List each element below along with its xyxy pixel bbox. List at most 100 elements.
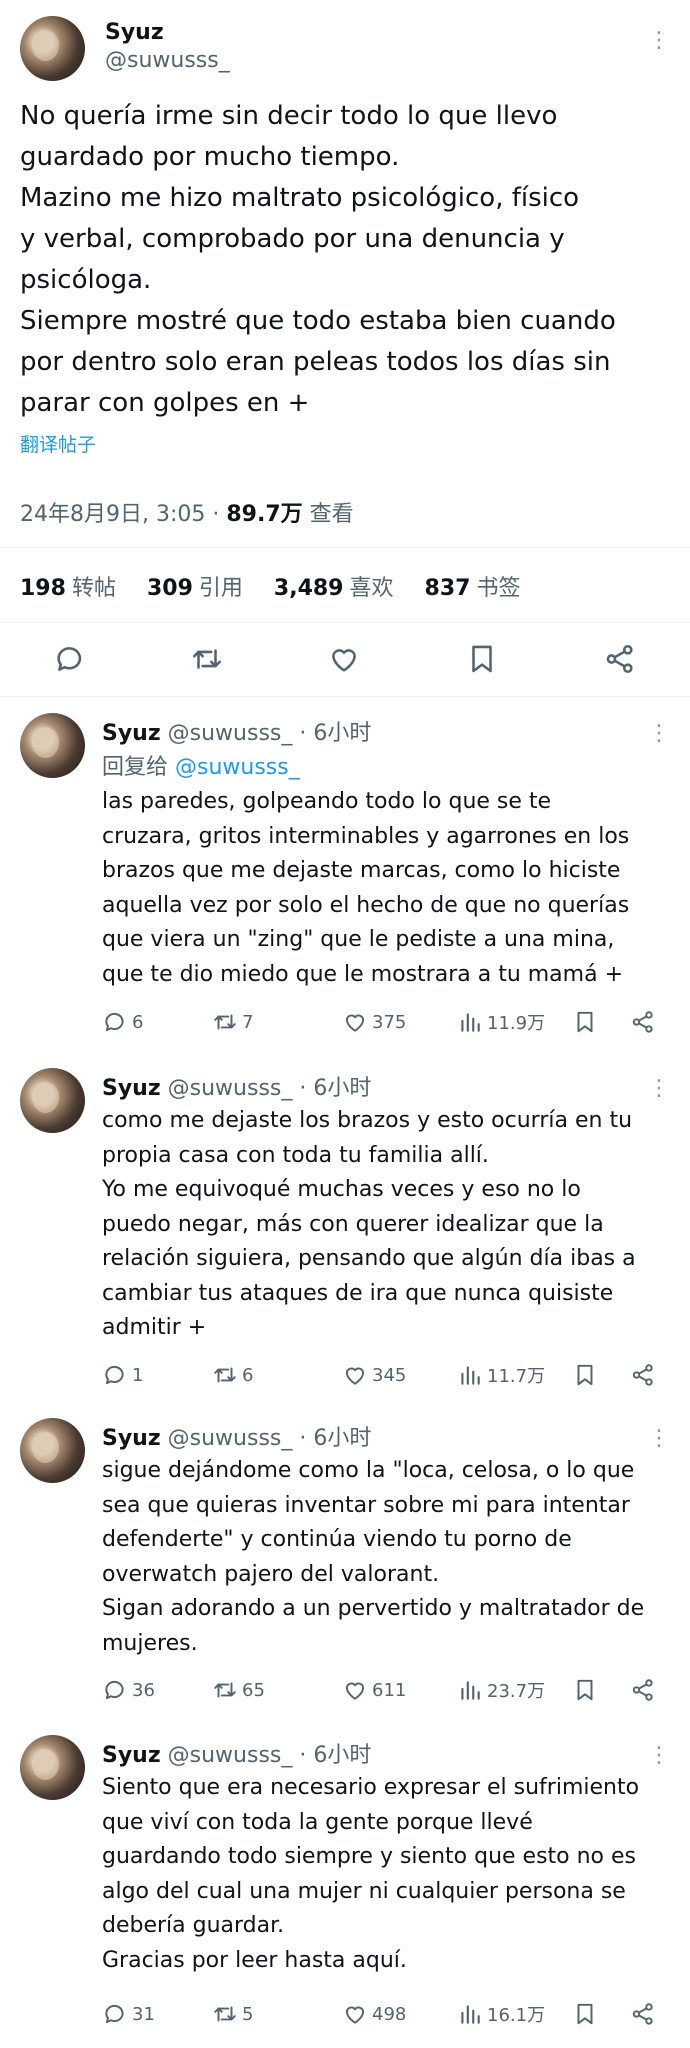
avatar[interactable] [20, 1068, 85, 1133]
author-name[interactable]: Syuz [102, 1426, 161, 1451]
author-name[interactable]: Syuz [105, 20, 164, 45]
replying-to: 回复给 @suwusss_ [102, 749, 300, 781]
retweet-button[interactable]: 6 [212, 1362, 253, 1388]
view-count: 16.1万 [487, 2005, 546, 2026]
reply-text-line: sea que quieras inventar sobre mi para i… [102, 1492, 630, 1518]
post-text-line: psicóloga. [20, 265, 152, 295]
bookmark-stat[interactable]: 837 书签 [425, 576, 521, 601]
retweet-icon [214, 2006, 236, 2022]
like-stat[interactable]: 3,489 喜欢 [274, 576, 394, 601]
author-name[interactable]: Syuz [102, 1743, 161, 1768]
author-name[interactable]: Syuz [102, 721, 161, 746]
share-icon [632, 1011, 653, 1033]
bookmark-button[interactable] [572, 1009, 602, 1035]
like-icon[interactable] [327, 642, 361, 676]
post-text-line: parar con golpes en + [20, 388, 310, 418]
reply-text-line: Sigan adorando a un pervertido y maltrat… [102, 1596, 645, 1621]
reply-text-line: mujeres. [102, 1630, 198, 1656]
bookmark-button[interactable] [572, 2001, 602, 2027]
author-handle-time[interactable]: @suwusss_ · 6小时 [161, 1076, 372, 1101]
views-button[interactable]: 11.9万 [457, 1009, 545, 1035]
author-handle-time[interactable]: @suwusss_ · 6小时 [161, 1426, 372, 1451]
reply-button[interactable]: 36 [102, 1677, 155, 1703]
like-label: 喜欢 [349, 576, 394, 601]
reply-tweet[interactable]: Syuz @suwusss_ · 6小时 ⋮ 回复给 @suwusss_ las… [0, 713, 690, 1053]
bookmark-icon [577, 1364, 593, 1386]
post-timestamp[interactable]: 24年8月9日, 3:05 · [20, 502, 226, 527]
share-icon[interactable] [603, 642, 637, 676]
bookmark-button[interactable] [572, 1677, 602, 1703]
avatar[interactable] [20, 16, 85, 81]
reply-button[interactable]: 1 [102, 1362, 143, 1388]
share-button[interactable] [630, 1362, 660, 1388]
like-button[interactable]: 345 [342, 1362, 406, 1388]
post-text-line: guardado por mucho tiempo. [20, 142, 400, 172]
views-button[interactable]: 23.7万 [457, 1677, 545, 1703]
views-button[interactable]: 11.7万 [457, 1362, 545, 1388]
replying-to-handle[interactable]: @suwusss_ [175, 755, 300, 780]
share-button[interactable] [630, 1677, 660, 1703]
retweet-icon[interactable] [190, 642, 224, 676]
more-options-icon[interactable]: ⋮ [648, 723, 671, 745]
retweet-count: 5 [242, 2003, 254, 2025]
author-handle-time[interactable]: @suwusss_ · 6小时 [161, 721, 372, 746]
reply-tweet[interactable]: Syuz @suwusss_ · 6小时 ⋮ como me dejaste l… [0, 1068, 690, 1408]
more-options-icon[interactable]: ⋮ [648, 1428, 671, 1450]
reply-text-line: que viví con toda la gente porque llevé [102, 1809, 533, 1835]
reply-icon [105, 2004, 124, 2024]
more-options-icon[interactable]: ⋮ [648, 30, 671, 52]
views-button[interactable]: 16.1万 [457, 2001, 545, 2027]
quote-count: 309 [146, 576, 193, 601]
share-button[interactable] [630, 1009, 660, 1035]
retweet-button[interactable]: 65 [212, 1677, 265, 1703]
reply-count: 31 [132, 2003, 155, 2025]
views-icon [461, 2005, 480, 2024]
post-text-line: por dentro solo eran peleas todos los dí… [20, 347, 611, 377]
retweet-icon [214, 1367, 236, 1383]
like-button[interactable]: 498 [342, 2001, 406, 2027]
like-count: 3,489 [273, 576, 344, 601]
avatar[interactable] [20, 1735, 85, 1800]
reply-button[interactable]: 31 [102, 2001, 155, 2027]
reply-text-line: relación siguiera, pensando que algún dí… [102, 1246, 636, 1271]
bookmark-icon[interactable] [465, 642, 499, 676]
reply-header: Syuz @suwusss_ · 6小时 [102, 1737, 371, 1769]
translate-post-link[interactable]: 翻译帖子 [20, 430, 96, 457]
retweet-count: 65 [242, 1679, 265, 1701]
view-count: 23.7万 [487, 1681, 546, 1702]
reply-tweet[interactable]: Syuz @suwusss_ · 6小时 ⋮ Siento que era ne… [0, 1735, 690, 2035]
bookmark-button[interactable] [572, 1362, 602, 1388]
like-count: 498 [372, 2003, 407, 2025]
reply-text-line: sigue dejándome como la "loca, celosa, o… [102, 1458, 635, 1483]
retweet-count: 7 [242, 1011, 254, 1033]
reply-tweet[interactable]: Syuz @suwusss_ · 6小时 ⋮ sigue dejándome c… [0, 1418, 690, 1718]
bookmark-count: 837 [424, 576, 471, 601]
like-button[interactable]: 375 [342, 1009, 406, 1035]
bookmark-label: 书签 [476, 576, 521, 601]
like-button[interactable]: 611 [342, 1677, 406, 1703]
retweet-button[interactable]: 5 [212, 2001, 253, 2027]
author-handle-time[interactable]: @suwusss_ · 6小时 [161, 1743, 372, 1768]
avatar[interactable] [20, 713, 85, 778]
reply-actions: 31 5 498 16.1万 [102, 2001, 672, 2031]
reply-count: 36 [132, 1679, 155, 1701]
post-text-line: y verbal, comprobado por una denuncia y [20, 224, 565, 254]
like-icon [345, 1682, 365, 1700]
more-options-icon[interactable]: ⋮ [648, 1745, 671, 1767]
more-options-icon[interactable]: ⋮ [648, 1078, 671, 1100]
retweet-button[interactable]: 7 [212, 1009, 253, 1035]
reply-icon [105, 1012, 124, 1032]
reply-text-line: debería guardar. [102, 1913, 285, 1938]
reply-text: sigue dejándome como la "loca, celosa, o… [102, 1454, 672, 1661]
avatar[interactable] [20, 1418, 85, 1483]
share-button[interactable] [630, 2001, 660, 2027]
like-count: 345 [372, 1364, 407, 1386]
author-handle[interactable]: @suwusss_ [105, 48, 230, 73]
reply-icon [105, 1365, 124, 1385]
reply-text-line: brazos que me dejaste marcas, como lo hi… [102, 858, 621, 883]
repost-stat[interactable]: 198 转帖 [20, 576, 116, 601]
reply-icon[interactable] [53, 642, 87, 676]
reply-button[interactable]: 6 [102, 1009, 143, 1035]
author-name[interactable]: Syuz [102, 1076, 161, 1101]
quote-stat[interactable]: 309 引用 [147, 576, 243, 601]
